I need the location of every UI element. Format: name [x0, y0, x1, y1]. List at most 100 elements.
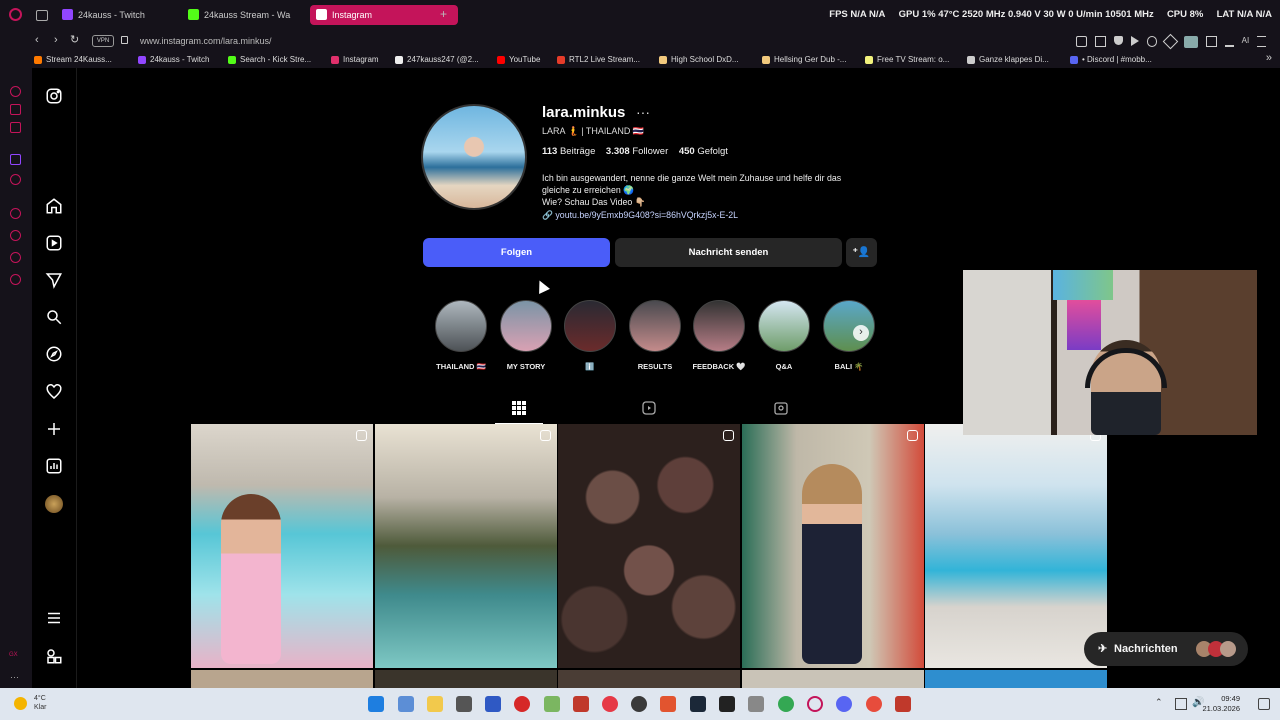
extension-icon[interactable]: [1205, 36, 1217, 47]
profile-picture[interactable]: [421, 104, 527, 210]
app-icon[interactable]: [866, 696, 882, 712]
bookmark-item[interactable]: 247kauss247 (@2...: [395, 54, 479, 66]
highlight-qa[interactable]: Q&A: [756, 300, 812, 371]
sidebar-music-icon[interactable]: [10, 174, 21, 185]
post-thumbnail[interactable]: [191, 670, 373, 688]
weather-icon[interactable]: [14, 697, 27, 710]
weather-widget[interactable]: 4°C Klar: [34, 694, 46, 712]
explore-icon[interactable]: [45, 345, 63, 363]
post-thumbnail[interactable]: [742, 424, 924, 668]
shield-icon[interactable]: [1113, 36, 1123, 45]
url-input[interactable]: www.instagram.com/lara.minkus/: [140, 34, 272, 48]
bookmark-item[interactable]: Instagram: [331, 54, 379, 66]
notification-icon[interactable]: [1258, 698, 1270, 710]
profile-avatar-icon[interactable]: [45, 495, 63, 513]
settings-icon[interactable]: [10, 274, 21, 285]
pin-icon[interactable]: [1076, 36, 1087, 47]
app-icon[interactable]: [895, 696, 911, 712]
reels-icon[interactable]: [45, 234, 63, 252]
message-button[interactable]: Nachricht senden: [615, 238, 842, 267]
app-icon[interactable]: [573, 696, 589, 712]
opera-logo-icon[interactable]: [9, 8, 22, 21]
history-icon[interactable]: [10, 230, 21, 241]
reels-tab[interactable]: [642, 401, 656, 415]
discord-icon[interactable]: [836, 696, 852, 712]
bookmark-item[interactable]: Ganze klappes Di...: [967, 54, 1049, 66]
bookmark-item[interactable]: High School DxD...: [659, 54, 739, 66]
bookmark-item[interactable]: • Discord | #mobb...: [1070, 54, 1152, 66]
tray-overflow-icon[interactable]: ⌃: [1155, 697, 1163, 708]
tagged-tab[interactable]: [774, 401, 788, 415]
chrome-icon[interactable]: [778, 696, 794, 712]
new-tab-icon[interactable]: +: [440, 7, 447, 21]
bio-link[interactable]: 🔗 youtu.be/9yEmxb9G408?si=86hVQrkzj5x-E-…: [542, 210, 738, 221]
instagram-logo-icon[interactable]: [45, 87, 63, 105]
opera-workspace-icon[interactable]: [10, 104, 21, 115]
highlights-next-icon[interactable]: ›: [853, 325, 869, 341]
bookmark-item[interactable]: Search - Kick Stre...: [228, 54, 311, 66]
gx-label-icon[interactable]: GX: [9, 652, 18, 658]
steam-icon[interactable]: [690, 696, 706, 712]
bookmark-item[interactable]: 24kauss - Twitch: [138, 54, 209, 66]
post-thumbnail[interactable]: [558, 670, 740, 688]
profile-avatar-icon[interactable]: [1184, 36, 1198, 48]
follow-button[interactable]: Folgen: [423, 238, 610, 267]
bookmark-item[interactable]: Free TV Stream: o...: [865, 54, 949, 66]
highlight-info[interactable]: ℹ️: [562, 300, 618, 371]
widgets-icon[interactable]: [398, 696, 414, 712]
highlight-my-story[interactable]: MY STORY: [498, 300, 554, 371]
bookmark-item[interactable]: YouTube: [497, 54, 540, 66]
bookmark-item[interactable]: Stream 24Kauss...: [34, 54, 112, 66]
messages-widget[interactable]: ✈ Nachrichten: [1084, 632, 1248, 666]
bookmarks-overflow-icon[interactable]: »: [1266, 52, 1272, 64]
app-icon[interactable]: [514, 696, 530, 712]
reload-icon[interactable]: ↻: [70, 33, 79, 46]
app-icon[interactable]: [631, 696, 647, 712]
app-icon[interactable]: [602, 696, 618, 712]
direct-icon[interactable]: [45, 271, 63, 289]
play-icon[interactable]: [1130, 36, 1139, 46]
opera-gx-icon[interactable]: [10, 122, 21, 133]
posts-grid-tab[interactable]: [512, 401, 526, 415]
app-icon[interactable]: [456, 696, 472, 712]
opera-gx-icon[interactable]: [807, 696, 823, 712]
extensions-sidebar-icon[interactable]: [10, 252, 21, 263]
highlight-thailand[interactable]: THAILAND 🇹🇭: [433, 300, 489, 371]
highlight-feedback[interactable]: FEEDBACK 🤍: [691, 300, 747, 371]
aria-icon[interactable]: AI: [1242, 36, 1250, 46]
dashboard-icon[interactable]: [45, 457, 63, 475]
cube-icon[interactable]: [1163, 33, 1179, 50]
app-icon[interactable]: [544, 696, 560, 712]
sidebar-player-icon[interactable]: [10, 208, 21, 219]
following-stat[interactable]: 450 Gefolgt: [679, 146, 728, 157]
tab-instagram[interactable]: Instagram: [310, 5, 458, 25]
tab-overview-icon[interactable]: [36, 10, 48, 21]
post-thumbnail[interactable]: [558, 424, 740, 668]
post-thumbnail[interactable]: [742, 670, 924, 688]
app-icon[interactable]: [719, 696, 735, 712]
taskbar-clock[interactable]: 09:49 21.03.2026: [1202, 694, 1240, 714]
create-icon[interactable]: [45, 420, 63, 438]
file-explorer-icon[interactable]: [427, 696, 443, 712]
app-icon[interactable]: [748, 696, 764, 712]
also-from-meta-icon[interactable]: [45, 647, 63, 665]
network-icon[interactable]: [1175, 698, 1187, 710]
opera-aria-icon[interactable]: [10, 86, 21, 97]
heart-icon[interactable]: [1146, 36, 1158, 47]
suggested-accounts-button[interactable]: ⁺👤: [846, 238, 877, 267]
vpn-badge[interactable]: VPN: [92, 35, 114, 47]
start-icon[interactable]: [368, 696, 384, 712]
post-thumbnail[interactable]: [375, 670, 557, 688]
notifications-heart-icon[interactable]: [45, 383, 63, 401]
download-icon[interactable]: [1224, 36, 1234, 47]
twitch-sidebar-icon[interactable]: [10, 154, 21, 165]
forward-icon[interactable]: ›: [54, 34, 58, 46]
app-icon[interactable]: [485, 696, 501, 712]
app-icon[interactable]: [660, 696, 676, 712]
back-icon[interactable]: ‹: [35, 34, 39, 46]
toolbar-extensions[interactable]: AI: [1076, 33, 1267, 50]
home-icon[interactable]: [45, 197, 63, 215]
more-menu-icon[interactable]: [45, 609, 63, 627]
bookmark-item[interactable]: RTL2 Live Stream...: [557, 54, 640, 66]
snapshot-icon[interactable]: [1094, 36, 1106, 47]
